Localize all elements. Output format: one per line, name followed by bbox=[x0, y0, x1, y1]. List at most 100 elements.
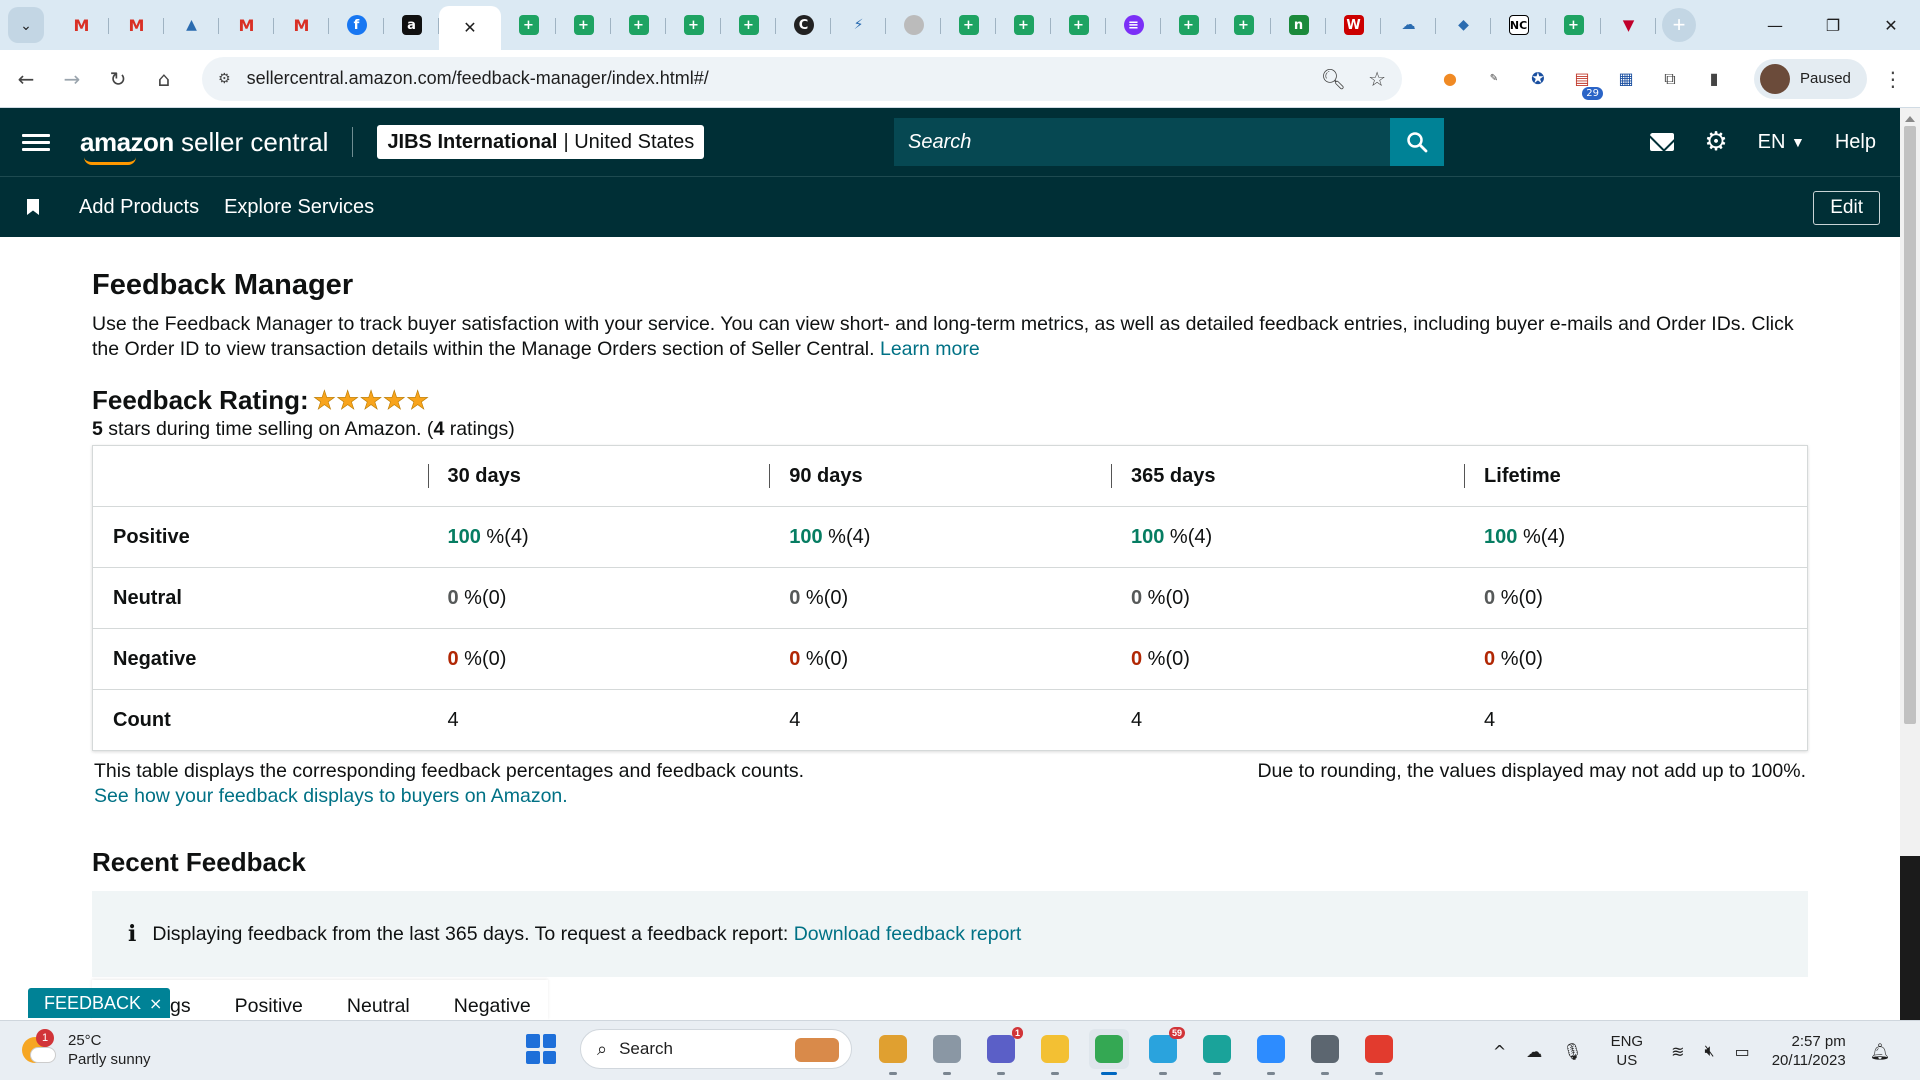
browser-tab[interactable]: M bbox=[109, 5, 164, 45]
battery-icon[interactable]: ▭ bbox=[1735, 1042, 1750, 1061]
browser-tab[interactable]: W bbox=[1326, 5, 1381, 45]
close-window-button[interactable]: ✕ bbox=[1862, 0, 1920, 50]
home-button[interactable]: ⌂ bbox=[144, 59, 184, 99]
close-icon[interactable]: × bbox=[149, 994, 162, 1013]
browser-tab[interactable]: f bbox=[329, 5, 384, 45]
clock[interactable]: 2:57 pm 20/11/2023 bbox=[1772, 1032, 1846, 1070]
browser-tab[interactable]: NC bbox=[1491, 5, 1546, 45]
hamburger-menu-icon[interactable] bbox=[22, 130, 50, 155]
edge-icon[interactable] bbox=[1197, 1029, 1237, 1075]
copilot-icon[interactable] bbox=[873, 1029, 913, 1075]
teams-icon[interactable]: 1 bbox=[981, 1027, 1023, 1075]
browser-tab[interactable]: a bbox=[384, 5, 439, 45]
filter-tab[interactable]: Positive bbox=[235, 995, 303, 1020]
browser-tab[interactable]: M bbox=[54, 5, 109, 45]
reload-button[interactable]: ↻ bbox=[98, 59, 138, 99]
browser-tab-active[interactable]: ✕ bbox=[439, 6, 501, 50]
feedback-display-link[interactable]: See how your feedback displays to buyers… bbox=[94, 785, 568, 807]
url-text[interactable]: sellercentral.amazon.com/feedback-manage… bbox=[247, 68, 1299, 89]
browser-tab[interactable]: ⚡ bbox=[831, 5, 886, 45]
browser-tab[interactable]: + bbox=[611, 5, 666, 45]
notifications-bell-icon[interactable]: 🔔︎ bbox=[1870, 1042, 1890, 1061]
search-input[interactable]: Search bbox=[894, 118, 1390, 166]
browser-tab[interactable]: ▲ bbox=[164, 5, 219, 45]
browser-tab[interactable]: ☁ bbox=[1381, 5, 1436, 45]
file-explorer-icon[interactable] bbox=[1035, 1029, 1075, 1075]
seller-central-logo[interactable]: amazon seller central bbox=[80, 129, 328, 165]
extension-grid-icon[interactable]: ▦ bbox=[1611, 64, 1641, 94]
onedrive-icon[interactable]: ☁ bbox=[1526, 1042, 1542, 1061]
filter-tab[interactable]: Neutral bbox=[347, 995, 410, 1020]
profile-button[interactable]: Paused bbox=[1754, 58, 1867, 99]
taskbar-search[interactable]: ⌕ Search bbox=[580, 1029, 852, 1069]
browser-tab[interactable]: + bbox=[1216, 5, 1271, 45]
zoom-icon[interactable] bbox=[1251, 1029, 1291, 1075]
browser-tab[interactable]: + bbox=[1051, 5, 1106, 45]
browser-tab[interactable]: n bbox=[1271, 5, 1326, 45]
task-view-icon[interactable] bbox=[927, 1029, 967, 1075]
nav-add-products[interactable]: Add Products bbox=[79, 196, 199, 219]
extension-blue-icon[interactable]: ✪ bbox=[1523, 64, 1553, 94]
weather-widget[interactable]: 1 25°C Partly sunny bbox=[22, 1029, 151, 1069]
extension-folder-icon[interactable]: ▤ 29 bbox=[1567, 64, 1603, 100]
telegram-icon[interactable]: 59 bbox=[1143, 1027, 1185, 1075]
chrome-icon[interactable] bbox=[1089, 1029, 1129, 1075]
browser-tab[interactable]: + bbox=[1161, 5, 1216, 45]
scroll-up-icon[interactable] bbox=[1905, 116, 1915, 122]
filter-tab[interactable]: Negative bbox=[454, 995, 531, 1020]
search-button[interactable] bbox=[1390, 118, 1444, 166]
volume-muted-icon[interactable]: 🔇︎ bbox=[1705, 1041, 1715, 1061]
browser-tab[interactable] bbox=[886, 5, 941, 45]
input-language[interactable]: ENG US bbox=[1611, 1032, 1644, 1070]
download-report-link[interactable]: Download feedback report bbox=[794, 923, 1022, 946]
minimize-button[interactable]: — bbox=[1746, 0, 1804, 50]
close-tab-icon[interactable]: ✕ bbox=[463, 18, 476, 38]
learn-more-link[interactable]: Learn more bbox=[880, 338, 980, 360]
browser-tab[interactable]: C bbox=[776, 5, 831, 45]
back-button[interactable]: ← bbox=[6, 59, 46, 99]
settings-button[interactable]: ⚙ bbox=[1704, 127, 1727, 157]
site-info-icon[interactable]: ⚙ bbox=[218, 71, 231, 87]
browser-tab[interactable]: M bbox=[219, 5, 274, 45]
maximize-button[interactable]: ❐ bbox=[1804, 0, 1862, 50]
bookmark-star-icon[interactable]: ☆ bbox=[1368, 67, 1386, 91]
calculator-icon[interactable] bbox=[1305, 1029, 1345, 1075]
browser-tab[interactable]: + bbox=[556, 5, 611, 45]
browser-menu-icon[interactable]: ⋮ bbox=[1883, 67, 1903, 91]
browser-tab[interactable]: + bbox=[1546, 5, 1601, 45]
browser-tab[interactable]: + bbox=[666, 5, 721, 45]
windows-start-icon[interactable] bbox=[526, 1034, 556, 1064]
tab-search-button[interactable]: ⌄ bbox=[8, 7, 44, 43]
messages-button[interactable] bbox=[1650, 133, 1675, 151]
microphone-icon[interactable]: 🎙︎ bbox=[1562, 1042, 1582, 1061]
browser-tab[interactable]: ≡ bbox=[1106, 5, 1161, 45]
extension-orange-icon[interactable]: ● bbox=[1435, 64, 1465, 94]
forward-button[interactable]: → bbox=[52, 59, 92, 99]
extension-helium-icon[interactable]: ✎ bbox=[1479, 64, 1509, 94]
nav-explore-services[interactable]: Explore Services bbox=[224, 196, 374, 219]
bookmark-icon[interactable] bbox=[27, 199, 39, 215]
scroll-thumb[interactable] bbox=[1904, 126, 1916, 724]
browser-tab[interactable]: ◆ bbox=[1436, 5, 1491, 45]
wps-icon[interactable] bbox=[1359, 1029, 1399, 1075]
browser-tab[interactable]: + bbox=[501, 5, 556, 45]
browser-tab[interactable]: + bbox=[941, 5, 996, 45]
show-hidden-icons[interactable]: ^ bbox=[1493, 1042, 1506, 1061]
browser-tab[interactable]: M bbox=[274, 5, 329, 45]
browser-tab[interactable]: ▼ bbox=[1601, 5, 1656, 45]
new-tab-button[interactable]: + bbox=[1662, 8, 1696, 42]
site-feedback-button[interactable]: FEEDBACK × bbox=[28, 988, 171, 1018]
zoom-icon[interactable]: 🔍︎ bbox=[1321, 67, 1346, 91]
edit-nav-button[interactable]: Edit bbox=[1813, 191, 1880, 225]
wifi-icon[interactable]: ≋ bbox=[1671, 1042, 1684, 1061]
extensions-puzzle-icon[interactable]: ⧉ bbox=[1655, 64, 1685, 94]
page-scrollbar[interactable] bbox=[1900, 108, 1920, 1020]
filter-tab[interactable]: gs bbox=[170, 995, 191, 1020]
browser-tab[interactable]: + bbox=[996, 5, 1051, 45]
language-selector[interactable]: EN ▼ bbox=[1758, 131, 1805, 154]
side-panel-icon[interactable]: ▮ bbox=[1699, 64, 1729, 94]
account-switcher[interactable]: JIBS International | United States bbox=[377, 125, 705, 159]
address-bar[interactable]: ⚙ sellercentral.amazon.com/feedback-mana… bbox=[202, 56, 1402, 101]
help-link[interactable]: Help bbox=[1835, 131, 1876, 154]
browser-tab[interactable]: + bbox=[721, 5, 776, 45]
